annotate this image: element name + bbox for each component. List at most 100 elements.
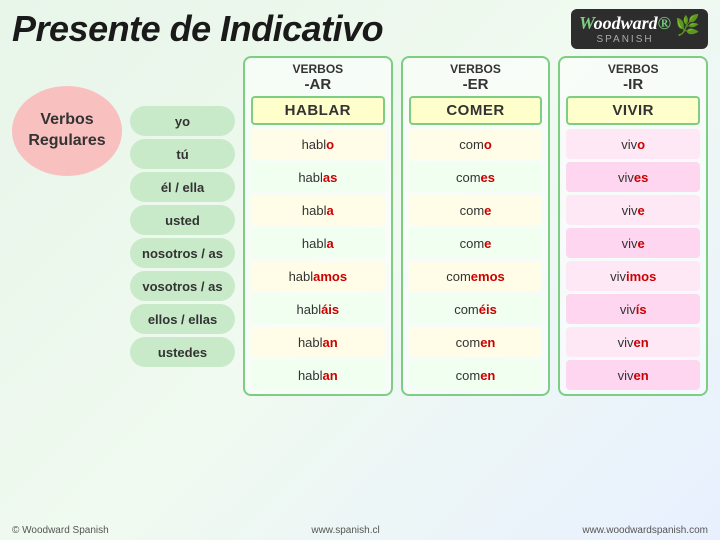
verb-ending: es xyxy=(481,170,495,185)
footer-right: www.woodwardspanish.com xyxy=(582,525,708,536)
verb-stem: habl xyxy=(302,236,327,251)
verb-stem: com xyxy=(454,302,479,317)
verb-item: hablan xyxy=(251,360,385,390)
verb-stem: habl xyxy=(298,335,323,350)
verb-item: vive xyxy=(566,195,700,225)
footer: © Woodward Spanish www.spanish.cl www.wo… xyxy=(0,525,720,536)
col-ir-header: VERBOS-IR xyxy=(566,62,700,94)
verb-stem: com xyxy=(456,170,481,185)
verb-ending: ís xyxy=(636,302,647,317)
verb-item: vive xyxy=(566,228,700,258)
verb-stem: habl xyxy=(298,170,323,185)
col-er: VERBOS-ERCOMERcomocomescomecomecomemosco… xyxy=(401,56,551,396)
col-ar-forms: hablohablashablahablahablamoshabláishabl… xyxy=(251,129,385,390)
verb-ending: éis xyxy=(479,302,497,317)
verb-stem: viv xyxy=(618,170,634,185)
verb-ending: a xyxy=(327,203,334,218)
subject-item: ellos / ellas xyxy=(130,304,235,334)
col-ar-verb-name: HABLAR xyxy=(251,96,385,125)
col-ir-forms: vivovivesvivevivevivimosvivísvivenviven xyxy=(566,129,700,390)
verb-item: come xyxy=(409,195,543,225)
vr-line2: Regulares xyxy=(28,132,105,149)
verb-ending: imos xyxy=(626,269,656,284)
verb-item: hablamos xyxy=(251,261,385,291)
verb-stem: habl xyxy=(302,203,327,218)
subject-item: usted xyxy=(130,205,235,235)
verbos-label: VERBOS xyxy=(251,62,385,76)
verb-stem: habl xyxy=(289,269,314,284)
verb-item: comemos xyxy=(409,261,543,291)
col-ir: VERBOS-IRVIVIRvivovivesvivevivevivimosvi… xyxy=(558,56,708,396)
col-er-header: VERBOS-ER xyxy=(409,62,543,94)
verb-item: hablo xyxy=(251,129,385,159)
verb-item: como xyxy=(409,129,543,159)
col-er-verb-name: COMER xyxy=(409,96,543,125)
subject-item: nosotros / as xyxy=(130,238,235,268)
verb-stem: viv xyxy=(610,269,626,284)
verb-item: vivo xyxy=(566,129,700,159)
verb-stem: viv xyxy=(620,302,636,317)
verb-ending: an xyxy=(323,368,338,383)
suffix-label: -IR xyxy=(566,76,700,94)
verb-ending: as xyxy=(323,170,337,185)
verb-item: vivís xyxy=(566,294,700,324)
logo-woodward: Woodward® xyxy=(579,13,671,33)
col-ar: VERBOS-ARHABLARhablohablashablahablahabl… xyxy=(243,56,393,396)
verb-ending: en xyxy=(480,335,495,350)
header: Presente de Indicativo Woodward® SPANISH… xyxy=(12,8,708,50)
verb-ending: en xyxy=(634,335,649,350)
verb-ending: es xyxy=(634,170,648,185)
verb-ending: o xyxy=(637,137,645,152)
verb-ending: e xyxy=(638,203,645,218)
columns-container: VERBOS-ARHABLARhablohablashablahablahabl… xyxy=(243,56,708,396)
verb-item: habla xyxy=(251,228,385,258)
verb-stem: habl xyxy=(302,137,327,152)
subject-item: vosotros / as xyxy=(130,271,235,301)
verbos-regulares-text: Verbos Regulares xyxy=(28,110,105,152)
footer-center: www.spanish.cl xyxy=(311,525,379,536)
verb-ending: an xyxy=(323,335,338,350)
verb-item: comen xyxy=(409,327,543,357)
verb-ending: o xyxy=(484,137,492,152)
verb-stem: viv xyxy=(618,368,634,383)
verb-stem: com xyxy=(460,236,485,251)
subject-item: él / ella xyxy=(130,172,235,202)
verb-stem: com xyxy=(460,203,485,218)
main-container: Presente de Indicativo Woodward® SPANISH… xyxy=(0,0,720,540)
content-area: Verbos Regulares yotúél / ellaustednosot… xyxy=(12,56,708,396)
subject-column: yotúél / ellaustednosotros / asvosotros … xyxy=(130,106,235,367)
verb-item: hablan xyxy=(251,327,385,357)
verb-item: habláis xyxy=(251,294,385,324)
verb-ending: e xyxy=(484,236,491,251)
verb-item: viven xyxy=(566,360,700,390)
verb-ending: áis xyxy=(321,302,339,317)
verb-item: coméis xyxy=(409,294,543,324)
logo-spanish: SPANISH xyxy=(596,34,653,45)
verb-item: habla xyxy=(251,195,385,225)
verb-ending: en xyxy=(480,368,495,383)
logo-container: Woodward® SPANISH 🌿 xyxy=(579,13,700,45)
verb-stem: viv xyxy=(622,203,638,218)
subject-item: yo xyxy=(130,106,235,136)
col-ar-header: VERBOS-AR xyxy=(251,62,385,94)
verb-stem: habl xyxy=(297,302,322,317)
suffix-label: -AR xyxy=(251,76,385,94)
verb-stem: viv xyxy=(621,137,637,152)
logo: Woodward® SPANISH 🌿 xyxy=(571,9,708,49)
verbos-regulares-label: Verbos Regulares xyxy=(12,56,122,176)
verb-ending: e xyxy=(638,236,645,251)
verb-ending: amos xyxy=(313,269,347,284)
verb-ending: o xyxy=(326,137,334,152)
verbos-label: VERBOS xyxy=(409,62,543,76)
verb-item: vives xyxy=(566,162,700,192)
verb-item: vivimos xyxy=(566,261,700,291)
verb-stem: com xyxy=(456,335,481,350)
col-er-forms: comocomescomecomecomemoscoméiscomencomen xyxy=(409,129,543,390)
verb-item: come xyxy=(409,228,543,258)
subject-item: tú xyxy=(130,139,235,169)
verb-stem: com xyxy=(456,368,481,383)
verb-item: hablas xyxy=(251,162,385,192)
verb-stem: viv xyxy=(618,335,634,350)
verb-ending: a xyxy=(327,236,334,251)
verb-ending: en xyxy=(634,368,649,383)
